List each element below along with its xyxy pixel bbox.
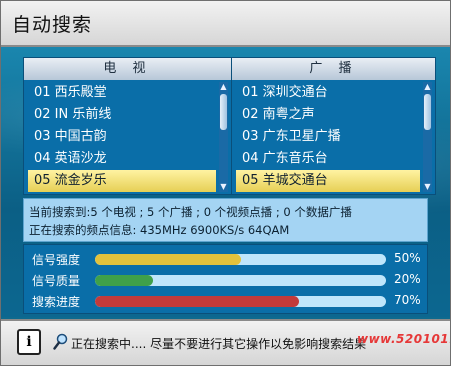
radio-channel-item[interactable]: 04 广东音乐台	[236, 148, 420, 170]
scroll-down-icon[interactable]: ▼	[219, 182, 228, 192]
meter-fill	[95, 275, 154, 286]
search-count-text: 当前搜索到:5 个电视 ; 5 个广播 ; 0 个视频点播 ; 0 个数据广播	[29, 205, 352, 219]
radio-scrollbar[interactable]: ▲ ▼	[423, 82, 432, 192]
channel-label: 05 流金岁乐	[34, 173, 107, 188]
tv-scroll-thumb[interactable]	[220, 94, 227, 130]
meter-track	[95, 275, 386, 286]
tv-panel-header: 电 视	[24, 58, 231, 80]
status-text: 正在搜索中.... 尽量不要进行其它操作以免影响搜索结果	[71, 337, 367, 351]
channel-label: 03 中国古韵	[34, 129, 107, 144]
channel-label: 03 广东卫星广播	[242, 129, 341, 144]
search-window: 自动搜索 电 视 01 西乐殿堂 02 IN 乐前线 03 中国古韵 04 英语沙龙 0…	[0, 0, 451, 366]
tv-scrollbar[interactable]: ▲ ▼	[219, 82, 228, 192]
meter-percent: 70%	[394, 293, 421, 307]
search-info-box: 当前搜索到:5 个电视 ; 5 个广播 ; 0 个视频点播 ; 0 个数据广播 …	[23, 198, 428, 242]
channel-label: 04 英语沙龙	[34, 151, 107, 166]
tv-channel-item[interactable]: 04 英语沙龙	[28, 148, 216, 170]
channel-label: 02 南粤之声	[242, 107, 315, 122]
tv-channel-item[interactable]: 01 西乐殿堂	[28, 82, 216, 104]
radio-channel-panel: 广 播 01 深圳交通台 02 南粤之声 03 广东卫星广播 04 广东音乐台 05 羊…	[231, 57, 436, 195]
meter-track	[95, 254, 386, 265]
meter-fill	[95, 254, 241, 265]
radio-scroll-thumb[interactable]	[424, 94, 431, 130]
title-bar: 自动搜索	[1, 1, 450, 47]
tv-channel-item[interactable]: 03 中国古韵	[28, 126, 216, 148]
radio-channel-item[interactable]: 03 广东卫星广播	[236, 126, 420, 148]
radio-channel-item[interactable]: 01 深圳交通台	[236, 82, 420, 104]
scroll-up-icon[interactable]: ▲	[219, 82, 228, 92]
channel-label: 01 西乐殿堂	[34, 85, 107, 100]
channel-label: 04 广东音乐台	[242, 151, 328, 166]
meter-fill	[95, 296, 299, 307]
watermark: www.520101.com	[357, 332, 450, 346]
channel-label: 02 IN 乐前线	[34, 107, 112, 122]
tv-channel-item[interactable]: 05 流金岁乐	[28, 170, 216, 192]
info-icon: i	[17, 329, 41, 355]
meter-label: 信号强度	[32, 253, 81, 267]
tv-channel-panel: 电 视 01 西乐殿堂 02 IN 乐前线 03 中国古韵 04 英语沙龙 05 流金岁…	[23, 57, 232, 195]
meter-label: 信号质量	[32, 274, 81, 288]
frequency-info-text: 正在搜索的频点信息: 435MHz 6900KS/s 64QAM	[29, 223, 290, 237]
channel-label: 05 羊城交通台	[242, 173, 328, 188]
radio-channel-item[interactable]: 02 南粤之声	[236, 104, 420, 126]
signal-meters: 信号强度 50% 信号质量 20% 搜索进度 70%	[23, 244, 428, 314]
meter-label: 搜索进度	[32, 295, 81, 309]
radio-channel-item[interactable]: 05 羊城交通台	[236, 170, 420, 192]
meter-percent: 50%	[394, 251, 421, 265]
scroll-down-icon[interactable]: ▼	[423, 182, 432, 192]
channel-label: 01 深圳交通台	[242, 85, 328, 100]
meter-percent: 20%	[394, 272, 421, 286]
scroll-up-icon[interactable]: ▲	[423, 82, 432, 92]
meter-track	[95, 296, 386, 307]
window-title: 自动搜索	[12, 14, 93, 36]
magnifier-icon	[53, 333, 68, 350]
radio-panel-header: 广 播	[232, 58, 435, 80]
tv-channel-item[interactable]: 02 IN 乐前线	[28, 104, 216, 126]
